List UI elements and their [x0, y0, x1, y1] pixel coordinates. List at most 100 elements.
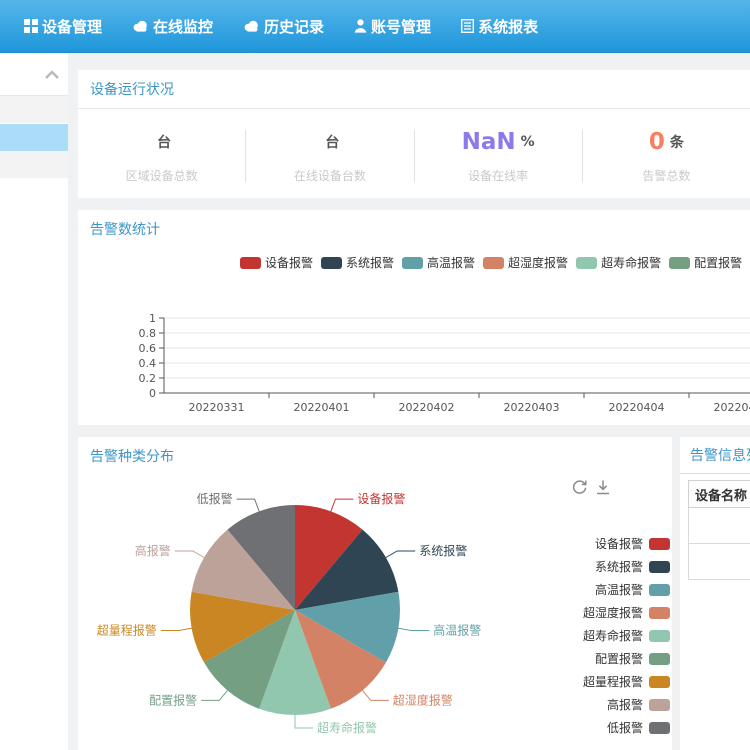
pie-label-line	[331, 499, 354, 511]
table-row	[689, 544, 750, 580]
cloud-icon	[132, 20, 149, 32]
svg-text:0: 0	[149, 387, 156, 400]
nav-item-label: 系统报表	[478, 16, 538, 37]
cloud-icon	[243, 20, 260, 32]
alarm-table-body	[689, 508, 750, 580]
pie-legend-label: 高温报警	[595, 581, 643, 598]
legend-item-设备报警[interactable]: 设备报警	[240, 254, 313, 271]
stat-unit: %	[521, 134, 535, 150]
pie-label-line	[175, 551, 204, 558]
pie-legend: 设备报警系统报警高温报警超湿度报警超寿命报警配置报警超量程报警高报警低报警	[530, 532, 670, 739]
grid-icon	[24, 19, 38, 33]
svg-text:0.4: 0.4	[139, 357, 157, 370]
device-status-title: 设备运行状况	[78, 70, 750, 109]
sidebar-collapse-button[interactable]	[0, 53, 68, 96]
svg-text:0.2: 0.2	[139, 372, 157, 385]
legend-swatch	[576, 257, 597, 269]
legend-item-超湿度报警[interactable]: 超湿度报警	[483, 254, 568, 271]
pie-label-设备报警: 设备报警	[357, 491, 405, 506]
pie-legend-swatch	[649, 607, 670, 619]
pie-legend-item-设备报警[interactable]: 设备报警	[530, 532, 670, 555]
pie-legend-label: 超量程报警	[583, 673, 643, 690]
pie-legend-swatch	[649, 538, 670, 550]
pie-legend-item-超量程报警[interactable]: 超量程报警	[530, 670, 670, 693]
tree-row[interactable]	[0, 124, 68, 151]
pie-label-超湿度报警: 超湿度报警	[393, 692, 453, 707]
pie-label-超量程报警: 超量程报警	[97, 623, 157, 638]
legend-label: 系统报警	[346, 254, 394, 271]
alarm-info-title: 告警信息列表	[680, 437, 750, 474]
tree-row[interactable]	[0, 96, 68, 124]
pie-legend-swatch	[649, 584, 670, 596]
pie-legend-item-超寿命报警[interactable]: 超寿命报警	[530, 624, 670, 647]
navbar-menu: 设备管理在线监控 历史记录账号管理 系统报表	[0, 0, 750, 53]
pie-label-系统报警: 系统报警	[419, 543, 467, 558]
chevron-up-icon	[44, 65, 60, 84]
nav-item-1[interactable]: 设备管理	[9, 0, 117, 52]
pie-legend-label: 系统报警	[595, 558, 643, 575]
nav-item-3[interactable]: 历史记录	[228, 0, 339, 52]
alarm-count-chart: 00.20.40.60.8120220331202204012022040220…	[78, 288, 750, 416]
svg-text:20220331: 20220331	[189, 401, 245, 414]
legend-swatch	[240, 257, 261, 269]
pie-label-line	[161, 628, 192, 630]
legend-swatch	[402, 257, 423, 269]
user-icon	[354, 19, 367, 33]
pie-legend-swatch	[649, 699, 670, 711]
alarm-table-head: 设备名称	[689, 481, 750, 508]
pie-label-line	[398, 628, 429, 630]
pie-legend-item-配置报警[interactable]: 配置报警	[530, 647, 670, 670]
pie-label-line	[363, 690, 389, 700]
alarm-count-title: 告警数统计	[78, 210, 750, 248]
pie-label-line	[201, 690, 227, 700]
sidebar-tree	[0, 96, 68, 179]
nav-item-4[interactable]: 账号管理	[339, 0, 446, 52]
stat-cell-3: NaN%设备在线率	[415, 129, 582, 184]
pie-legend-item-低报警[interactable]: 低报警	[530, 716, 670, 739]
table-cell	[689, 508, 750, 544]
svg-text:20220404: 20220404	[609, 401, 665, 414]
stat-number: NaN	[462, 129, 516, 155]
pie-legend-item-高报警[interactable]: 高报警	[530, 693, 670, 716]
sidebar	[0, 53, 68, 750]
stat-label: 告警总数	[583, 167, 750, 184]
legend-item-超寿命报警[interactable]: 超寿命报警	[576, 254, 661, 271]
pie-legend-swatch	[649, 653, 670, 665]
nav-item-label: 历史记录	[264, 16, 324, 37]
svg-text:20220401: 20220401	[294, 401, 350, 414]
table-cell	[689, 544, 750, 580]
pie-label-line	[237, 499, 260, 511]
pie-legend-item-系统报警[interactable]: 系统报警	[530, 555, 670, 578]
stat-cell-2: 台在线设备台数	[246, 129, 413, 184]
legend-item-配置报警[interactable]: 配置报警	[669, 254, 742, 271]
alarm-info-table: 设备名称	[688, 480, 750, 580]
stat-value: NaN%	[415, 129, 582, 157]
stat-cell-4: 0条告警总数	[583, 129, 750, 184]
legend-label: 配置报警	[694, 254, 742, 271]
pie-legend-item-高温报警[interactable]: 高温报警	[530, 578, 670, 601]
stat-value: 0条	[583, 129, 750, 157]
stat-label: 区域设备总数	[78, 167, 245, 184]
svg-text:20220402: 20220402	[399, 401, 455, 414]
nav-item-2[interactable]: 在线监控	[117, 0, 228, 52]
legend-item-系统报警[interactable]: 系统报警	[321, 254, 394, 271]
nav-item-5[interactable]: 系统报表	[446, 0, 553, 52]
tree-row[interactable]	[0, 151, 68, 179]
legend-item-高温报警[interactable]: 高温报警	[402, 254, 475, 271]
pie-legend-label: 超寿命报警	[583, 627, 643, 644]
nav-item-label: 设备管理	[42, 16, 102, 37]
svg-text:20220405: 20220405	[714, 401, 750, 414]
pie-legend-swatch	[649, 630, 670, 642]
pie-legend-item-超湿度报警[interactable]: 超湿度报警	[530, 601, 670, 624]
stat-label: 在线设备台数	[246, 167, 413, 184]
legend-label: 高温报警	[427, 254, 475, 271]
svg-text:0.8: 0.8	[139, 327, 157, 340]
device-status-panel: 设备运行状况 台区域设备总数台在线设备台数NaN%设备在线率0条告警总数	[78, 70, 750, 198]
alarm-table-column-header: 设备名称	[689, 481, 750, 508]
pie-label-line	[386, 551, 415, 558]
legend-label: 超湿度报警	[508, 254, 568, 271]
pie-legend-label: 设备报警	[595, 535, 643, 552]
legend-label: 超寿命报警	[601, 254, 661, 271]
pie-label-高温报警: 高温报警	[433, 623, 481, 638]
stat-value: 台	[78, 129, 245, 157]
